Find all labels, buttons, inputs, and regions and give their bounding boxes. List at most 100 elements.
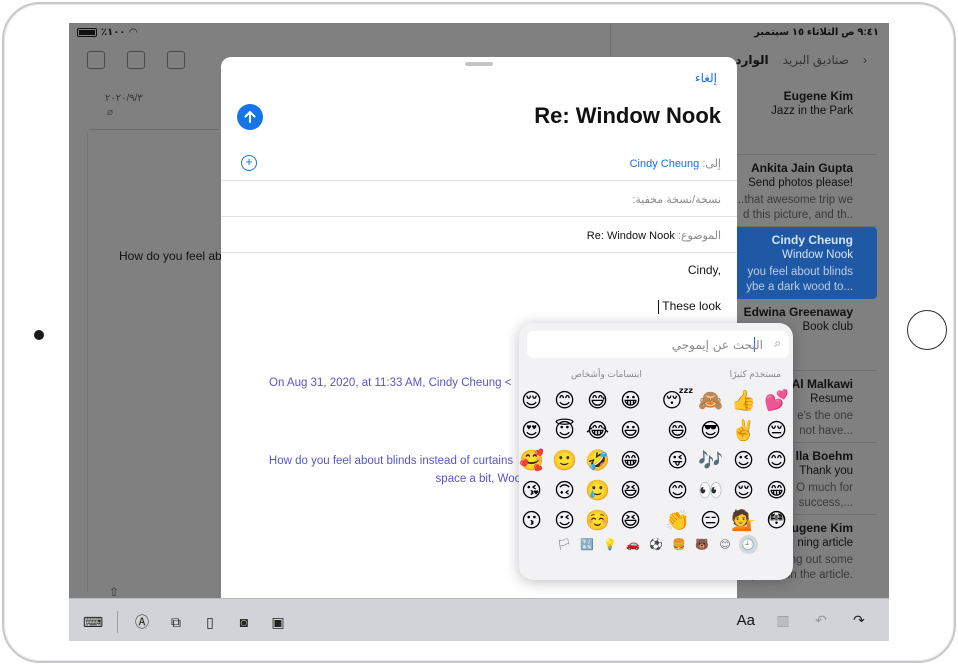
- frequent-category-label: مستخدَم كثيرًا: [729, 369, 781, 379]
- emoji-key[interactable]: 😁: [614, 445, 647, 475]
- emoji-key[interactable]: 👀: [694, 475, 727, 505]
- to-field[interactable]: + إلى: Cindy Cheung: [221, 145, 737, 181]
- symbols-tab[interactable]: 🔣: [578, 535, 597, 554]
- camera-icon[interactable]: ◙: [234, 613, 254, 631]
- emoji-key[interactable]: 😁: [760, 475, 793, 505]
- emoji-key[interactable]: 🙂: [548, 445, 581, 475]
- emoji-key[interactable]: ✌️: [727, 415, 760, 445]
- emoji-key[interactable]: 😴: [661, 385, 694, 415]
- quote-body: How do you feel about blinds instead of …: [261, 452, 521, 488]
- emoji-key[interactable]: 😊: [661, 475, 694, 505]
- subject-value[interactable]: Re: Window Nook: [587, 230, 675, 242]
- keyboard-icon[interactable]: ⌨: [83, 613, 103, 631]
- search-icon: ⌕: [774, 336, 781, 350]
- mail-list-item-selected[interactable]: Cindy Cheung Window Nook you feel about …: [731, 227, 877, 299]
- divider: [87, 133, 88, 593]
- subject-field[interactable]: الموضوع: Re: Window Nook: [221, 217, 737, 253]
- redo-icon[interactable]: ↷: [849, 611, 869, 629]
- reply-arrow-icon[interactable]: ⇧: [109, 585, 119, 599]
- compose-icon[interactable]: [87, 51, 105, 69]
- attach-file-icon[interactable]: ▯: [200, 613, 220, 631]
- emoji-key[interactable]: 😅: [581, 385, 614, 415]
- emoji-search-input[interactable]: [543, 335, 763, 354]
- emoji-key[interactable]: 🤣: [581, 445, 614, 475]
- smileys-tab[interactable]: 😊: [716, 535, 735, 554]
- mail-sender: Cindy Cheung: [771, 233, 853, 247]
- sheet-grabber[interactable]: [465, 62, 493, 66]
- smileys-category-label: ابتسامات وأشخاص: [571, 369, 642, 379]
- quote-body-line: How do you feel about blinds instead of …: [268, 455, 514, 467]
- emoji-key[interactable]: 😌: [519, 385, 548, 415]
- format-toolbar: ⌨ Ⓐ ⧉ ▯ ◙ ▣ Aa ▥ ↶ ↷: [69, 598, 889, 641]
- objects-tab[interactable]: 💡: [601, 535, 620, 554]
- emoji-key[interactable]: 😄: [661, 415, 694, 445]
- emoji-key[interactable]: 👍: [727, 385, 760, 415]
- quote-header: On Aug 31, 2020, at 11:33 AM, Cindy Cheu…: [269, 377, 512, 389]
- emoji-keyboard-popover: ⌕ مستخدَم كثيرًا ابتسامات وأشخاص 😌😊😅😀😴🙈👍…: [519, 323, 793, 580]
- cancel-button[interactable]: إلغاء: [695, 71, 717, 85]
- emoji-key[interactable]: 😊: [548, 385, 581, 415]
- mailboxes-back-button[interactable]: صناديق البريد: [783, 53, 849, 67]
- paste-icon[interactable]: ▥: [773, 611, 793, 629]
- add-recipient-icon[interactable]: +: [241, 155, 257, 171]
- mailbox-header: ‹ صناديق البريد الوارد: [735, 53, 867, 67]
- trash-icon[interactable]: [167, 51, 185, 69]
- emoji-key[interactable]: 😎: [694, 415, 727, 445]
- battery-percent: ٪١٠٠: [101, 27, 126, 38]
- cc-bcc-field[interactable]: نسخة/نسخة مخفية:: [221, 181, 737, 217]
- mail-sender: lla Boehm: [795, 449, 853, 463]
- emoji-key[interactable]: 💕: [760, 385, 793, 415]
- body-greeting[interactable]: Cindy,: [688, 263, 721, 277]
- emoji-key[interactable]: 🥰: [519, 445, 548, 475]
- emoji-key[interactable]: 😌: [727, 475, 760, 505]
- activity-tab[interactable]: ⚽: [647, 535, 666, 554]
- emoji-key[interactable]: 🙈: [694, 385, 727, 415]
- to-recipient[interactable]: Cindy Cheung: [630, 158, 700, 170]
- emoji-key[interactable]: 😔: [760, 415, 793, 445]
- photo-library-icon[interactable]: ▣: [268, 613, 288, 631]
- emoji-key[interactable]: 😍: [519, 415, 548, 445]
- emoji-key[interactable]: 😃: [614, 415, 647, 445]
- emoji-key[interactable]: 😘: [519, 475, 548, 505]
- emoji-key[interactable]: 😉: [727, 445, 760, 475]
- body-typed-line[interactable]: These look: [656, 299, 721, 314]
- body-typed-text: These look: [662, 299, 721, 313]
- emoji-key[interactable]: 😜: [661, 445, 694, 475]
- send-button[interactable]: [237, 104, 263, 130]
- emoji-row: 🥰 🙂 🤣 😁 😜 🎶 😉 😊: [519, 445, 793, 475]
- emoji-key[interactable]: 😂: [581, 415, 614, 445]
- markup-icon[interactable]: Ⓐ: [132, 613, 152, 631]
- front-camera: [34, 330, 44, 340]
- mail-list-item[interactable]: Ankita Jain Gupta Send photos please! ..…: [731, 155, 877, 227]
- emoji-key[interactable]: 😊: [760, 445, 793, 475]
- emoji-key[interactable]: 🙃: [548, 475, 581, 505]
- emoji-key[interactable]: 🎶: [694, 445, 727, 475]
- mail-list-item[interactable]: Eugene Kim Jazz in the Park: [731, 83, 877, 155]
- folder-icon[interactable]: [127, 51, 145, 69]
- flags-tab[interactable]: 🏳: [555, 535, 574, 554]
- emoji-key[interactable]: 🥲: [581, 475, 614, 505]
- emoji-search-field[interactable]: ⌕: [527, 331, 789, 358]
- scan-document-icon[interactable]: ⧉: [166, 613, 186, 631]
- emoji-key[interactable]: 😀: [614, 385, 647, 415]
- text-format-button[interactable]: Aa: [737, 612, 755, 629]
- travel-tab[interactable]: 🚗: [624, 535, 643, 554]
- text-cursor: [658, 299, 660, 314]
- home-button[interactable]: [907, 310, 947, 350]
- cc-bcc-label: نسخة/نسخة مخفية:: [632, 194, 721, 206]
- undo-icon[interactable]: ↶: [811, 611, 831, 629]
- recent-emoji-tab[interactable]: 🕘: [738, 534, 758, 554]
- quote-body-line: space a bit, Woo: [435, 473, 521, 485]
- wifi-icon: ◠: [129, 27, 138, 38]
- status-bar: ٪١٠٠ ◠ ٩:٤١ ص الثلاثاء ١٥ سبتمبر: [69, 23, 889, 43]
- food-tab[interactable]: 🍔: [670, 535, 689, 554]
- emoji-key[interactable]: 😆: [614, 475, 647, 505]
- chevron-left-icon[interactable]: ‹: [863, 53, 867, 67]
- emoji-category-tabs: 🏳 🔣 💡 🚗 ⚽ 🍔 🐻 😊 🕘: [519, 529, 793, 559]
- mail-subject: Jazz in the Park: [771, 105, 853, 117]
- animals-tab[interactable]: 🐻: [693, 535, 712, 554]
- compose-title: Re: Window Nook: [534, 103, 721, 128]
- emoji-key[interactable]: 😇: [548, 415, 581, 445]
- attachment-icon: ⌀: [107, 107, 114, 118]
- screen: ٪١٠٠ ◠ ٩:٤١ ص الثلاثاء ١٥ سبتمبر ٢٠٢٠/٩/…: [69, 23, 889, 641]
